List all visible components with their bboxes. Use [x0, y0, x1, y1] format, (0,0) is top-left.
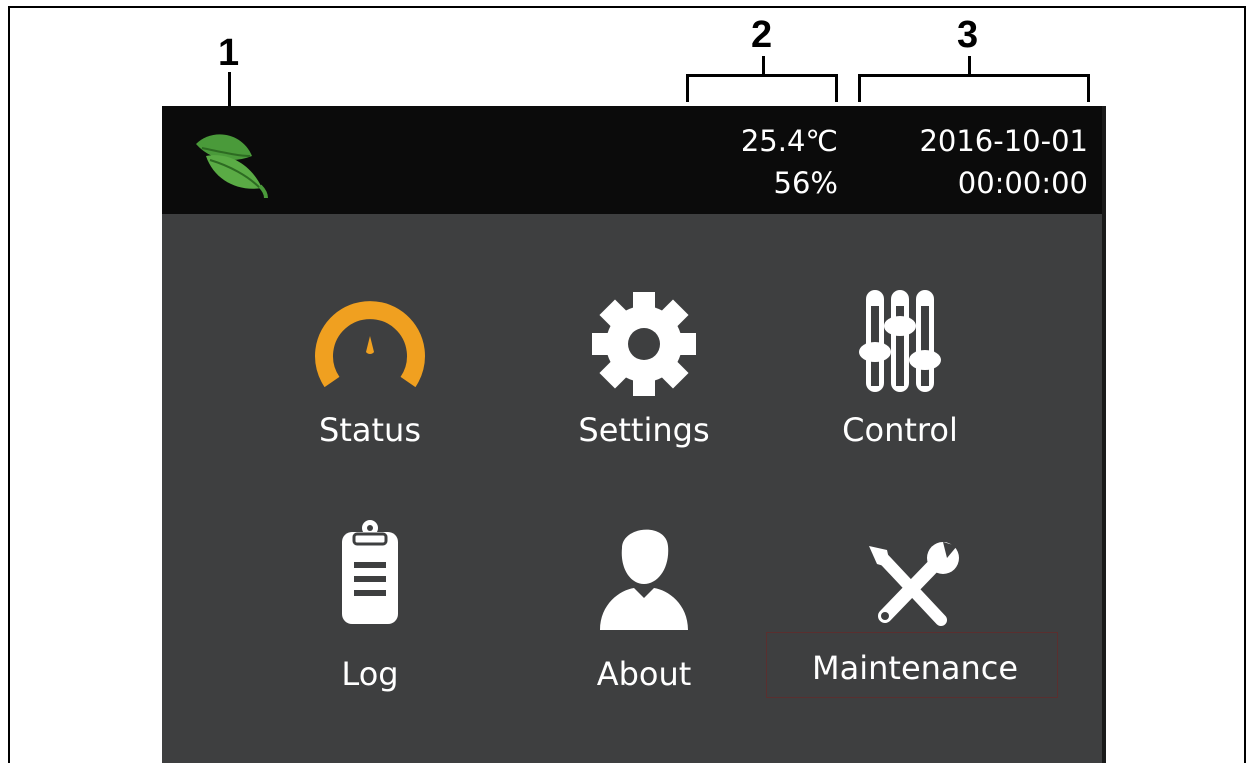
- time-value: 00:00:00: [957, 166, 1088, 200]
- menu-label-maintenance: Maintenance: [812, 649, 1019, 687]
- clipboard-icon: [342, 520, 398, 624]
- menu-tile-log[interactable]: Log: [270, 518, 470, 698]
- humidity-value: 56%: [773, 166, 838, 200]
- menu-tile-maintenance[interactable]: Maintenance: [812, 542, 1019, 702]
- device-screen: 25.4℃ 56% 2016-10-01 00:00:00 Status Set…: [162, 106, 1102, 763]
- menu-tile-settings[interactable]: Settings: [544, 286, 744, 466]
- leaf-icon: [196, 134, 268, 198]
- callout-1-number: 1: [218, 32, 240, 74]
- menu-label-control: Control: [842, 411, 958, 449]
- callout-3-stem: [968, 56, 971, 76]
- callout-3-number: 3: [957, 14, 979, 56]
- gear-icon: [592, 292, 696, 396]
- menu-label-status: Status: [319, 411, 421, 449]
- user-icon: [600, 529, 688, 630]
- date-value: 2016-10-01: [919, 124, 1088, 158]
- temperature-humidity-readout: 25.4℃ 56%: [662, 120, 838, 204]
- menu-tile-control[interactable]: Control: [800, 286, 1000, 466]
- callout-3-bracket: [858, 74, 1090, 102]
- menu-label-log: Log: [341, 655, 399, 693]
- callout-2-number: 2: [751, 14, 773, 56]
- callout-2-bracket: [686, 74, 838, 102]
- gauge-icon: [315, 301, 425, 388]
- datetime-readout: 2016-10-01 00:00:00: [852, 120, 1088, 204]
- temperature-value: 25.4℃: [740, 124, 838, 158]
- menu-label-about: About: [596, 655, 692, 693]
- sliders-icon: [859, 290, 941, 392]
- menu-tile-status[interactable]: Status: [270, 286, 470, 466]
- callout-2-stem: [762, 56, 765, 76]
- status-bar: 25.4℃ 56% 2016-10-01 00:00:00: [162, 106, 1102, 214]
- menu-label-settings: Settings: [578, 411, 710, 449]
- screen-right-edge: [1102, 106, 1106, 763]
- tools-icon: [869, 542, 959, 626]
- menu-tile-about[interactable]: About: [544, 518, 744, 698]
